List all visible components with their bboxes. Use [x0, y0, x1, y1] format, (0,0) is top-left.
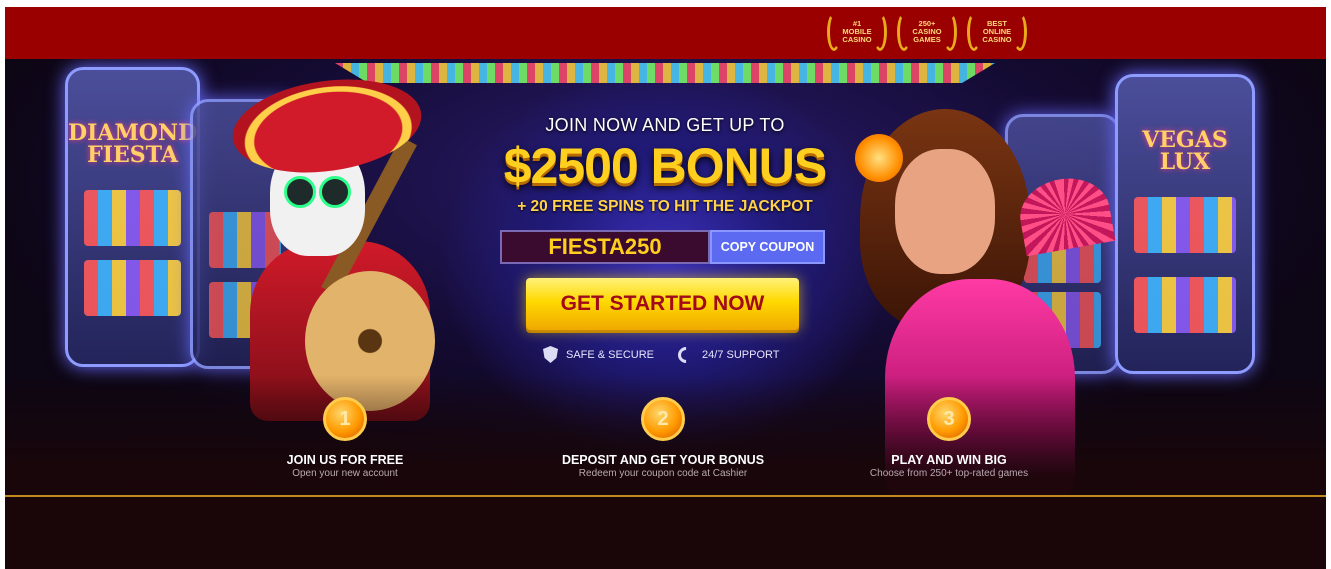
promo-headline: $2500 BONUS: [503, 138, 828, 194]
step-join: 1 JOIN US FOR FREE Open your new account: [225, 397, 465, 479]
step-number-badge: 3: [927, 397, 971, 441]
step-subtitle: Open your new account: [292, 468, 398, 479]
promo-intro: JOIN NOW AND GET UP TO: [545, 115, 785, 135]
promo-block: JOIN NOW AND GET UP TO $2500 BONUS + 20 …: [495, 115, 835, 216]
award-badge-mobile: #1 MOBILE CASINO: [825, 11, 889, 53]
string-lights: [335, 63, 995, 83]
slot-reels: [84, 190, 181, 246]
copy-coupon-button[interactable]: COPY COUPON: [710, 230, 825, 264]
feature-safe-secure: SAFE & SECURE: [543, 346, 654, 363]
feature-support: 24/7 SUPPORT: [674, 343, 780, 366]
flower-illustration: [855, 134, 903, 182]
step-play: 3 PLAY AND WIN BIG Choose from 250+ top-…: [829, 397, 1069, 479]
feature-label: SAFE & SECURE: [566, 348, 655, 361]
award-badge-best: BEST ONLINE CASINO: [965, 11, 1029, 53]
slot-reels: [1134, 277, 1236, 333]
trust-features: SAFE & SECURE 24/7 SUPPORT: [543, 343, 803, 366]
step-deposit: 2 DEPOSIT AND GET YOUR BONUS Redeem your…: [543, 397, 783, 479]
award-label: BEST ONLINE CASINO: [982, 19, 1012, 44]
slot-machine-diamond-fiesta: DIAMOND FIESTA: [65, 67, 200, 367]
slot-reels: [1134, 197, 1236, 253]
laurel-icon: [943, 13, 957, 51]
promo-subline: + 20 FREE SPINS TO HIT THE JACKPOT: [517, 198, 813, 215]
laurel-icon: [827, 13, 841, 51]
award-label: 250+ CASINO GAMES: [912, 19, 942, 44]
steps-row: 1 JOIN US FOR FREE Open your new account…: [5, 397, 1326, 495]
feature-label: 24/7 SUPPORT: [702, 348, 780, 361]
hero-banner: DIAMOND FIESTA VEGAS LUX JOIN NOW AND GE…: [5, 59, 1326, 495]
laurel-icon: [1013, 13, 1027, 51]
step-number-badge: 1: [323, 397, 367, 441]
phone-icon: [674, 343, 698, 366]
slot-reels: [84, 260, 181, 316]
skeleton-mariachi-illustration: [210, 68, 510, 421]
slot-machine-vegas-lux: VEGAS LUX: [1115, 74, 1255, 374]
guitar-illustration: [305, 271, 435, 411]
get-started-button[interactable]: GET STARTED NOW: [526, 278, 799, 330]
shield-check-icon: [543, 346, 558, 363]
coupon-row: FIESTA250 COPY COUPON: [500, 230, 825, 264]
step-subtitle: Choose from 250+ top-rated games: [869, 468, 1029, 479]
step-subtitle: Redeem your coupon code at Cashier: [578, 468, 748, 479]
laurel-icon: [967, 13, 981, 51]
award-label: #1 MOBILE CASINO: [842, 19, 872, 44]
step-title: DEPOSIT AND GET YOUR BONUS: [561, 453, 765, 467]
slot-title: DIAMOND FIESTA: [68, 120, 198, 168]
step-number-badge: 2: [641, 397, 685, 441]
awards-badges: #1 MOBILE CASINO 250+ CASINO GAMES BEST …: [825, 11, 1029, 53]
step-title: JOIN US FOR FREE: [286, 453, 404, 467]
coupon-code[interactable]: FIESTA250: [500, 230, 710, 264]
landing-page: #1 MOBILE CASINO 250+ CASINO GAMES BEST …: [5, 7, 1326, 569]
step-title: PLAY AND WIN BIG: [891, 453, 1007, 467]
laurel-icon: [873, 13, 887, 51]
top-bar: #1 MOBILE CASINO 250+ CASINO GAMES BEST …: [5, 7, 1326, 59]
laurel-icon: [897, 13, 911, 51]
gold-divider: [5, 495, 1326, 497]
award-badge-games: 250+ CASINO GAMES: [895, 11, 959, 53]
slot-title: VEGAS LUX: [1142, 127, 1228, 175]
